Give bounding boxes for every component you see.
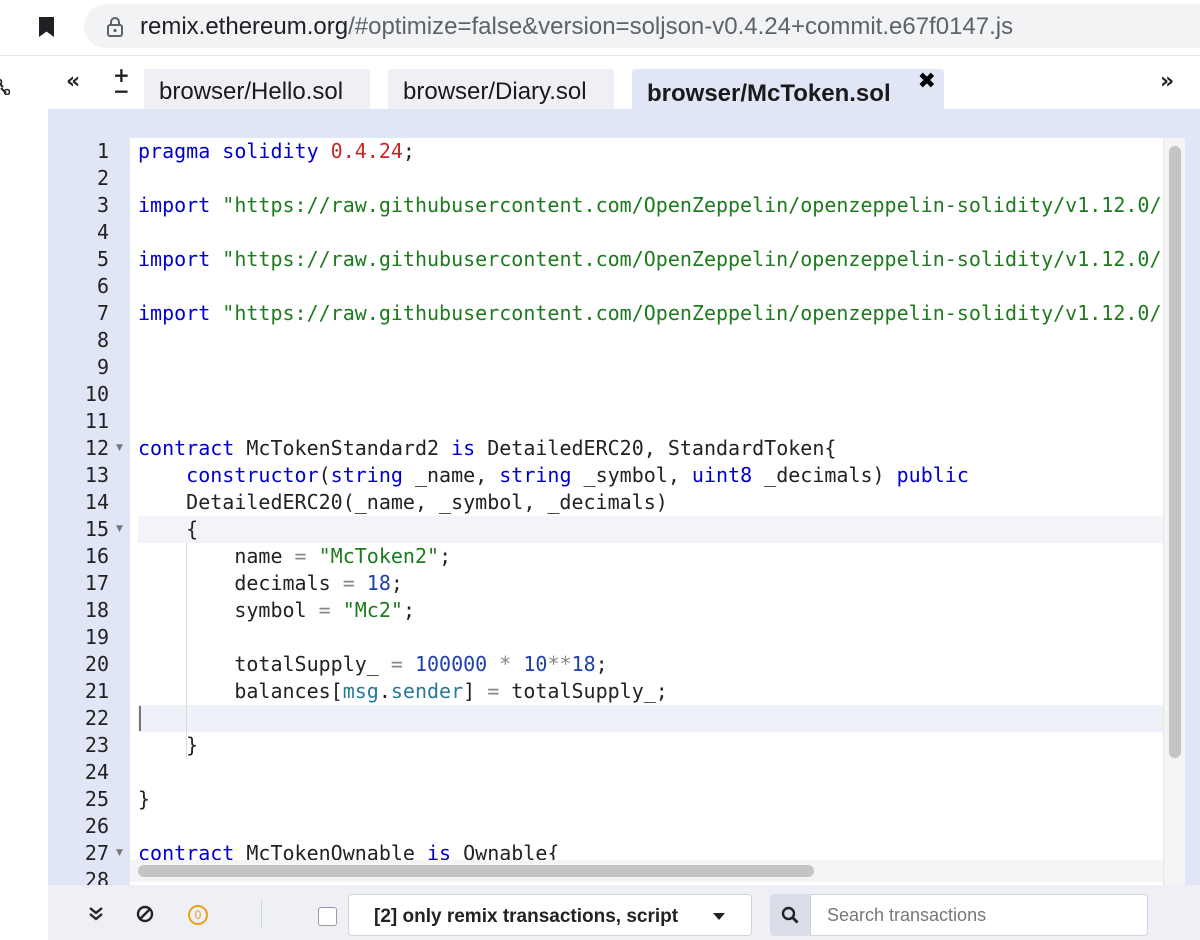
url-field[interactable]: remix.ethereum.org/#optimize=false&versi… <box>84 4 1200 48</box>
code-line[interactable]: DetailedERC20(_name, _symbol, _decimals) <box>138 489 668 516</box>
active-line-highlight <box>138 705 1182 732</box>
pending-transactions-badge: 0 <box>188 905 208 925</box>
line-number: 2 <box>96 166 109 190</box>
line-number: 21 <box>84 679 109 703</box>
line-number: 22 <box>84 706 109 730</box>
line-number: 12 <box>84 436 109 460</box>
line-number: 18 <box>84 598 109 622</box>
line-number: 13 <box>84 463 109 487</box>
code-line[interactable]: name = "McToken2"; <box>138 543 451 570</box>
code-line[interactable]: } <box>138 732 198 759</box>
divider <box>261 899 262 929</box>
line-number-gutter: 1 2 3 4 5 6 7 8 9 10 11 12 ▼ 13 14 15 ▼ 16 17 18 19 20 21 22 23 2… <box>48 138 130 892</box>
code-line[interactable]: import "https://raw.githubusercontent.co… <box>138 192 1162 219</box>
line-number: 10 <box>84 382 109 406</box>
tab-hello-sol[interactable]: browser/Hello.sol <box>144 69 370 109</box>
code-line[interactable]: import "https://raw.githubusercontent.co… <box>138 246 1162 273</box>
line-number: 3 <box>96 193 109 217</box>
line-number: 17 <box>84 571 109 595</box>
code-line[interactable]: decimals = 18; <box>138 570 403 597</box>
vertical-scroll-thumb[interactable] <box>1169 146 1181 758</box>
line-number: 14 <box>84 490 109 514</box>
filter-select-label: [2] only remix transactions, script <box>374 906 679 927</box>
collapse-panel-icon[interactable]: « <box>66 69 80 94</box>
search-button[interactable] <box>770 894 810 936</box>
expand-panel-icon[interactable]: » <box>1160 69 1174 94</box>
url-host: remix.ethereum.org <box>140 13 349 40</box>
line-number: 1 <box>96 139 109 163</box>
code-line[interactable]: import "https://raw.githubusercontent.co… <box>138 300 1162 327</box>
line-number: 23 <box>84 733 109 757</box>
listen-network-checkbox[interactable] <box>318 907 337 926</box>
transaction-filter-select[interactable]: [2] only remix transactions, script <box>348 894 752 936</box>
code-line[interactable]: { <box>138 516 198 543</box>
line-number: 4 <box>96 220 109 244</box>
code-line[interactable]: totalSupply_ = 100000 * 10**18; <box>138 651 607 678</box>
fold-toggle-icon[interactable]: ▼ <box>116 435 123 462</box>
active-line-highlight <box>138 516 1182 543</box>
url-path: /#optimize=false&version=soljson-v0.4.24… <box>348 13 1014 40</box>
line-number: 7 <box>96 301 109 325</box>
line-number: 24 <box>84 760 109 784</box>
link-icon[interactable] <box>0 79 10 95</box>
line-number: 15 <box>84 517 109 541</box>
terminal-bar: 0 [2] only remix transactions, script <box>48 885 1200 940</box>
code-area[interactable]: pragma solidity 0.4.24; import "https://r… <box>130 138 1182 892</box>
vertical-scrollbar[interactable] <box>1163 138 1185 885</box>
tab-diary-sol[interactable]: browser/Diary.sol <box>388 69 614 109</box>
line-number: 26 <box>84 814 109 838</box>
url-text: remix.ethereum.org/#optimize=false&versi… <box>140 13 1013 41</box>
code-editor: 1 2 3 4 5 6 7 8 9 10 11 12 ▼ 13 14 15 ▼ 16 17 18 19 20 21 22 23 2… <box>48 109 1200 892</box>
line-number: 6 <box>96 274 109 298</box>
code-line[interactable]: contract McTokenStandard2 is DetailedERC… <box>138 435 836 462</box>
tab-label: browser/Hello.sol <box>159 78 344 105</box>
line-number: 20 <box>84 652 109 676</box>
lock-icon[interactable] <box>106 17 124 37</box>
line-number: 25 <box>84 787 109 811</box>
line-number: 27 <box>84 841 109 865</box>
chevron-down-icon <box>713 913 725 920</box>
tab-label: browser/Diary.sol <box>403 78 587 105</box>
code-line[interactable]: } <box>138 786 150 813</box>
clear-console-icon[interactable] <box>136 905 154 923</box>
text-cursor <box>139 706 141 731</box>
browser-address-bar: remix.ethereum.org/#optimize=false&versi… <box>0 0 1200 56</box>
chevron-double-down-icon[interactable] <box>88 906 104 922</box>
code-line[interactable]: pragma solidity 0.4.24; <box>138 138 415 165</box>
line-number: 16 <box>84 544 109 568</box>
search-icon <box>781 906 799 924</box>
editor-tab-strip: « + − browser/Hello.sol browser/Diary.so… <box>0 57 1200 109</box>
search-transactions-input[interactable] <box>810 894 1148 936</box>
decrease-font-icon[interactable]: − <box>113 79 130 103</box>
code-line[interactable]: symbol = "Mc2"; <box>138 597 415 624</box>
line-number: 8 <box>96 328 109 352</box>
bookmark-icon[interactable] <box>38 16 55 38</box>
line-number: 5 <box>96 247 109 271</box>
line-number: 9 <box>96 355 109 379</box>
fold-toggle-icon[interactable]: ▼ <box>116 840 123 867</box>
horizontal-scroll-thumb[interactable] <box>138 865 814 877</box>
horizontal-scrollbar[interactable] <box>130 860 1163 882</box>
code-line[interactable]: balances[msg.sender] = totalSupply_; <box>138 678 668 705</box>
tab-label: browser/McToken.sol <box>647 80 891 107</box>
tab-mctoken-sol[interactable]: browser/McToken.sol ✖ <box>632 69 944 109</box>
code-line[interactable]: constructor(string _name, string _symbol… <box>138 462 969 489</box>
line-number: 19 <box>84 625 109 649</box>
fold-toggle-icon[interactable]: ▼ <box>116 516 123 543</box>
line-number: 11 <box>84 409 109 433</box>
close-tab-icon[interactable]: ✖ <box>918 69 936 94</box>
